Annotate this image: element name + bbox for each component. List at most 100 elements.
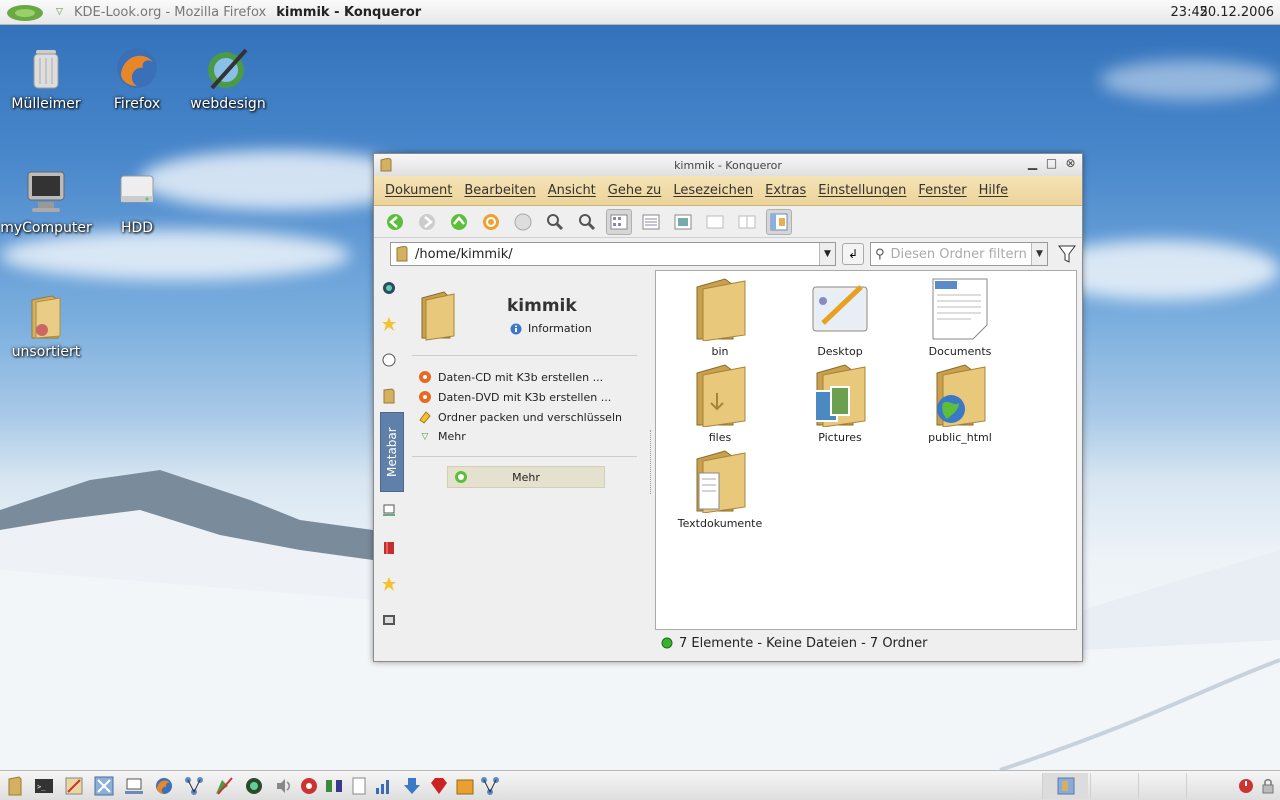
action-mehr[interactable]: ▽ Mehr — [418, 430, 466, 443]
desktop-icon-hdd[interactable]: HDD — [91, 168, 183, 236]
chevron-down-icon[interactable]: ▼ — [819, 243, 835, 265]
network-icon[interactable] — [381, 502, 397, 518]
system-monitor-icon[interactable] — [324, 776, 344, 796]
action-daten-dvd[interactable]: Daten-DVD mit K3b erstellen ... — [418, 390, 611, 404]
file-item-public-html[interactable]: public_html — [905, 363, 1015, 444]
forward-button[interactable] — [414, 209, 440, 235]
filter-input[interactable]: ⚲ Diesen Ordner filtern ▼ — [870, 242, 1048, 266]
desktop-icon-firefox[interactable]: Firefox — [91, 44, 183, 112]
circle-icon[interactable] — [381, 352, 397, 368]
stop-button[interactable] — [510, 209, 536, 235]
terminal-icon[interactable] — [381, 612, 397, 628]
star-icon[interactable] — [381, 316, 397, 332]
up-button[interactable] — [446, 209, 472, 235]
menu-fenster[interactable]: Fenster — [918, 183, 966, 198]
webdesign-icon — [204, 44, 252, 92]
power-icon[interactable] — [1238, 778, 1254, 794]
pictures-folder-icon — [811, 363, 869, 428]
network-share-icon[interactable] — [480, 776, 500, 796]
network-icon[interactable] — [94, 776, 114, 796]
zoom-out-button[interactable] — [574, 209, 600, 235]
download-icon[interactable] — [402, 776, 422, 796]
taskbar-item-firefox[interactable]: KDE-Look.org - Mozilla Firefox — [74, 5, 266, 20]
menu-bearbeiten[interactable]: Bearbeiten — [464, 183, 535, 198]
action-ordner-packen[interactable]: Ordner packen und verschlüsseln — [418, 410, 622, 424]
desktop-icon-label: HDD — [120, 220, 154, 236]
file-item-pictures[interactable]: Pictures — [785, 363, 895, 444]
cloud — [0, 230, 350, 280]
go-button[interactable]: ↲ — [842, 243, 864, 265]
ruby-icon[interactable] — [429, 776, 449, 796]
tab-metabar[interactable]: Metabar — [380, 412, 404, 492]
folder-icon[interactable] — [381, 388, 397, 404]
graphics-editor-icon[interactable] — [214, 776, 234, 796]
network-share-icon[interactable] — [184, 776, 204, 796]
firefox-icon[interactable] — [154, 776, 174, 796]
close-button[interactable]: ⊗ — [1063, 156, 1078, 171]
chevron-down-icon[interactable]: ▼ — [1031, 243, 1047, 265]
detail-view-button[interactable] — [638, 209, 664, 235]
chevron-down-icon[interactable]: ▽ — [56, 7, 70, 17]
speaker-icon[interactable] — [274, 776, 294, 796]
globe-icon[interactable] — [381, 280, 397, 296]
pager-desktop-4[interactable] — [1186, 773, 1232, 799]
clock-date[interactable]: 20.12.2006 — [1200, 5, 1274, 20]
sidebar-toggle-button[interactable] — [766, 208, 792, 235]
bar-chart-icon[interactable] — [374, 776, 394, 796]
file-name: public_html — [928, 431, 992, 444]
desktop-icon-unsortiert[interactable]: unsortiert — [0, 292, 92, 360]
preview-view-button[interactable] — [670, 209, 696, 235]
information-link[interactable]: Information — [510, 322, 592, 335]
minimize-button[interactable]: ▁ — [1025, 156, 1040, 171]
globe-icon[interactable] — [244, 776, 264, 796]
toolbar — [374, 206, 1082, 238]
maximize-button[interactable]: □ — [1044, 156, 1059, 171]
file-item-bin[interactable]: bin — [665, 277, 775, 358]
more-button[interactable]: Mehr — [447, 466, 605, 488]
split-horizontal-button[interactable] — [734, 209, 760, 235]
pager-desktop-2[interactable] — [1090, 773, 1136, 799]
star-icon[interactable] — [381, 576, 397, 592]
menu-einstellungen[interactable]: Einstellungen — [818, 183, 906, 198]
desktop-icon-mycomputer[interactable]: myComputer — [0, 168, 92, 236]
terminal-icon[interactable]: >_ — [34, 776, 54, 796]
desktop-icon-webdesign[interactable]: webdesign — [182, 44, 274, 112]
icon-view-button[interactable] — [606, 208, 632, 235]
menu-hilfe[interactable]: Hilfe — [979, 183, 1009, 198]
pager-desktop-3[interactable] — [1138, 773, 1184, 799]
home-folder-icon[interactable] — [5, 776, 25, 796]
menu-extras[interactable]: Extras — [765, 183, 806, 198]
konqueror-icon[interactable] — [299, 776, 319, 796]
menu-lesezeichen[interactable]: Lesezeichen — [673, 183, 753, 198]
location-input[interactable]: /home/kimmik/ ▼ — [390, 242, 836, 266]
splitter-handle[interactable] — [650, 430, 653, 494]
kde-menu-button[interactable] — [0, 0, 50, 25]
control-center-icon[interactable] — [64, 776, 84, 796]
separator — [412, 456, 637, 457]
taskbar-item-konqueror[interactable]: kimmik - Konqueror — [276, 5, 421, 20]
archive-icon[interactable] — [455, 776, 475, 796]
filter-button[interactable] — [1054, 241, 1080, 267]
folder-icon — [691, 277, 749, 342]
window-titlebar[interactable]: kimmik - Konqueror ▁ □ ⊗ — [374, 154, 1082, 176]
zoom-in-button[interactable] — [542, 209, 568, 235]
reload-button[interactable] — [478, 209, 504, 235]
web-folder-icon — [931, 363, 989, 428]
split-view-button[interactable] — [702, 209, 728, 235]
file-item-desktop[interactable]: Desktop — [785, 277, 895, 358]
action-daten-cd[interactable]: Daten-CD mit K3b erstellen ... — [418, 370, 603, 384]
book-icon[interactable] — [381, 540, 397, 556]
file-item-textdokumente[interactable]: Textdokumente — [665, 449, 775, 530]
file-view: bin Desktop Documents files Pictures pub… — [655, 270, 1077, 630]
lock-icon[interactable] — [1260, 778, 1276, 794]
menu-gehe-zu[interactable]: Gehe zu — [608, 183, 662, 198]
menu-ansicht[interactable]: Ansicht — [548, 183, 596, 198]
monitor-icon[interactable] — [124, 776, 144, 796]
menu-dokument[interactable]: Dokument — [385, 183, 452, 198]
file-item-documents[interactable]: Documents — [905, 277, 1015, 358]
file-item-files[interactable]: files — [665, 363, 775, 444]
back-button[interactable] — [382, 209, 408, 235]
clipboard-icon[interactable] — [349, 776, 369, 796]
desktop-icon-trash[interactable]: Mülleimer — [0, 44, 92, 112]
pager-desktop-1[interactable] — [1042, 773, 1088, 799]
